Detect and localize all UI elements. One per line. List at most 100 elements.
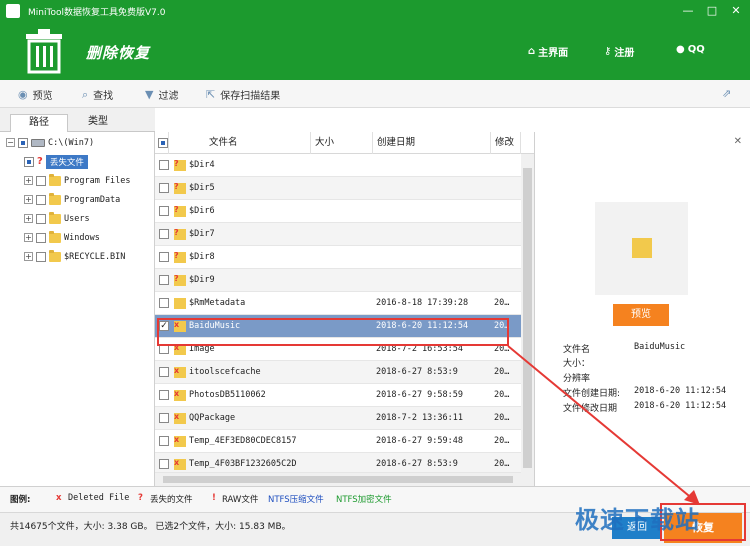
checkbox[interactable] — [159, 344, 169, 354]
checkbox[interactable] — [159, 206, 169, 216]
status-text: 共14675个文件，大小: 3.38 GB。 已选2个文件，大小: 15.83 … — [10, 522, 291, 532]
checkbox[interactable] — [18, 137, 28, 148]
nav-register[interactable]: ⚷ 注册 — [604, 44, 634, 59]
column-name[interactable]: 文件名 — [169, 132, 311, 154]
table-row[interactable]: $RmMetadata 2016-8-18 17:39:28 20… — [155, 292, 521, 315]
expand-icon[interactable]: + — [24, 252, 33, 261]
filter-icon: ▼ — [145, 88, 154, 101]
folder-icon — [174, 298, 186, 309]
table-row[interactable]: ? $Dir7 — [155, 223, 521, 246]
title-bar: MiniTool数据恢复工具免费版V7.0 — □ ✕ — [0, 0, 750, 22]
nav-qq[interactable]: ● QQ — [676, 44, 705, 55]
export-button[interactable]: ⇗ — [722, 87, 731, 100]
column-modified[interactable]: 修改 — [491, 132, 521, 154]
checkbox-checked[interactable]: ✓ — [159, 321, 169, 331]
info-label-filename: 文件名 — [563, 345, 591, 355]
checkbox[interactable] — [36, 232, 46, 243]
header: 删除恢复 ⌂ 主界面 ⚷ 注册 ● QQ — [0, 22, 750, 80]
vertical-scrollbar[interactable] — [521, 154, 534, 486]
checkbox[interactable] — [159, 436, 169, 446]
checkbox[interactable] — [36, 213, 46, 224]
table-row[interactable]: x Temp_4F03BF1232605C2D 2018-6-27 8:53:9… — [155, 453, 521, 473]
checkbox[interactable] — [159, 160, 169, 170]
find-toolbar-button[interactable]: ⌕ 查找 — [82, 87, 113, 103]
app-icon — [6, 4, 20, 18]
tree-item-users[interactable]: + Users — [24, 210, 90, 227]
lost-folder-icon: ? — [174, 229, 186, 240]
checkbox[interactable] — [159, 413, 169, 423]
lost-folder-icon: ? — [174, 160, 186, 171]
checkbox[interactable] — [159, 298, 169, 308]
save-scan-button[interactable]: ⇱ 保存扫描结果 — [206, 87, 280, 102]
column-size[interactable]: 大小 — [311, 132, 373, 154]
minimize-button[interactable]: — — [676, 0, 700, 22]
close-button[interactable]: ✕ — [724, 0, 748, 22]
checkbox[interactable] — [159, 367, 169, 377]
preview-button[interactable]: 预览 — [613, 304, 669, 326]
watermark: 极速下载站 — [575, 506, 700, 534]
tree-item-program-files[interactable]: + Program Files — [24, 172, 131, 189]
lost-folder-icon: ? — [174, 183, 186, 194]
table-row[interactable]: ? $Dir8 — [155, 246, 521, 269]
table-row[interactable]: ? $Dir9 — [155, 269, 521, 292]
lost-mark-icon: ? — [138, 493, 143, 503]
table-row[interactable]: ? $Dir6 — [155, 200, 521, 223]
deleted-folder-icon: x — [174, 367, 186, 378]
export-icon: ⇱ — [206, 88, 216, 101]
column-created[interactable]: 创建日期 — [373, 132, 491, 154]
filter-toolbar-button[interactable]: ▼ 过滤 — [145, 87, 178, 102]
tree-item-windows[interactable]: + Windows — [24, 229, 100, 246]
table-row[interactable]: x Temp_4EF3ED80CDEC8157 2018-6-27 9:59:4… — [155, 430, 521, 453]
checkbox[interactable] — [36, 175, 46, 186]
maximize-button[interactable]: □ — [700, 0, 724, 22]
tree-item-programdata[interactable]: + ProgramData — [24, 191, 120, 208]
checkbox[interactable] — [36, 251, 46, 262]
preview-toolbar-button[interactable]: ◉ 预览 — [18, 87, 53, 102]
table-row[interactable]: x Image 2018-7-2 16:53:54 20… — [155, 338, 521, 361]
table-row[interactable]: x QQPackage 2018-7-2 13:36:11 20… — [155, 407, 521, 430]
legend-raw: RAW文件 — [222, 495, 259, 505]
file-list: 文件名 大小 创建日期 修改 ? $Dir4 ? $Dir5 ? $Dir6 ?… — [155, 132, 534, 486]
info-value-filename: BaiduMusic — [634, 342, 686, 352]
tree-drive[interactable]: − C:\(Win7) — [6, 134, 94, 151]
table-row-selected[interactable]: ✓ x BaiduMusic 2018-6-20 11:12:54 20… — [155, 315, 521, 338]
raw-mark-icon: ! — [212, 493, 216, 503]
checkbox[interactable] — [159, 390, 169, 400]
checkbox[interactable] — [36, 194, 46, 205]
search-icon: ⌕ — [82, 87, 89, 101]
tree-item-lost-files[interactable]: ? 丢失文件 — [24, 153, 88, 170]
preview-thumbnail — [595, 202, 688, 295]
table-row[interactable]: ? $Dir4 — [155, 154, 521, 177]
collapse-icon[interactable]: − — [6, 138, 15, 147]
horizontal-scrollbar[interactable] — [155, 473, 521, 486]
expand-icon[interactable]: + — [24, 233, 33, 242]
checkbox[interactable] — [159, 229, 169, 239]
lost-folder-icon: ? — [174, 275, 186, 286]
checkbox[interactable] — [159, 275, 169, 285]
trash-icon — [26, 29, 62, 74]
checkbox[interactable] — [159, 459, 169, 469]
legend-deleted: Deleted File — [68, 493, 130, 503]
folder-icon — [49, 249, 61, 262]
qq-icon: ● — [676, 44, 685, 55]
checkbox[interactable] — [159, 252, 169, 262]
lost-folder-icon: ? — [37, 156, 43, 167]
table-row[interactable]: x itoolscefcache 2018-6-27 8:53:9 20… — [155, 361, 521, 384]
info-label-created: 文件创建日期: — [563, 389, 621, 399]
expand-icon[interactable]: + — [24, 176, 33, 185]
table-row[interactable]: x PhotosDB5110062 2018-6-27 9:58:59 20… — [155, 384, 521, 407]
tab-type[interactable]: 类型 — [72, 114, 124, 132]
toolbar: ◉ 预览 ⌕ 查找 ▼ 过滤 ⇱ 保存扫描结果 ⇗ — [0, 80, 750, 108]
tab-path[interactable]: 路径 — [10, 114, 68, 132]
deleted-mark-icon: x — [56, 493, 62, 503]
expand-icon[interactable]: + — [24, 195, 33, 204]
deleted-folder-icon: x — [174, 459, 186, 470]
tree-item-recycle-bin[interactable]: + $RECYCLE.BIN — [24, 248, 125, 265]
close-preview-icon[interactable]: ✕ — [734, 136, 742, 147]
select-all-checkbox[interactable] — [155, 132, 169, 154]
table-row[interactable]: ? $Dir5 — [155, 177, 521, 200]
checkbox[interactable] — [24, 156, 34, 167]
expand-icon[interactable]: + — [24, 214, 33, 223]
checkbox[interactable] — [159, 183, 169, 193]
nav-home[interactable]: ⌂ 主界面 — [528, 44, 568, 59]
